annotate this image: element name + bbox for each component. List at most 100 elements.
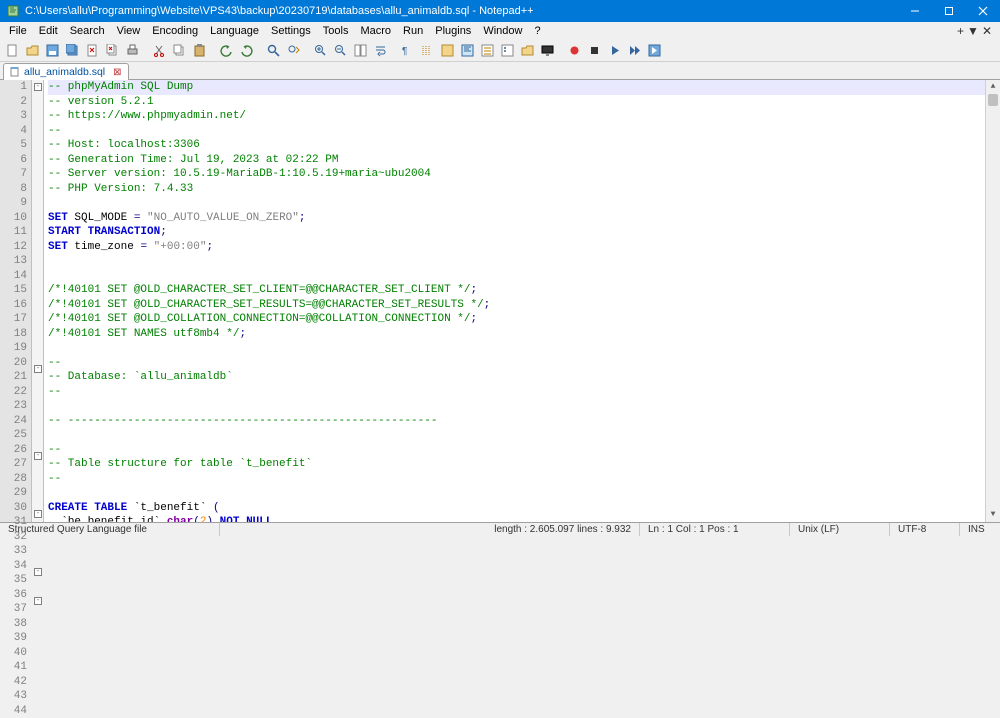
- tab-active[interactable]: allu_animaldb.sql ⊠: [3, 63, 129, 80]
- play-icon[interactable]: [606, 42, 623, 59]
- code-line[interactable]: --: [48, 472, 985, 487]
- code-line[interactable]: [48, 486, 985, 501]
- code-line[interactable]: --: [48, 124, 985, 139]
- menu-language[interactable]: Language: [205, 24, 264, 38]
- fold-margin[interactable]: ------: [32, 80, 44, 522]
- code-line[interactable]: -- -------------------------------------…: [48, 414, 985, 429]
- new-file-icon[interactable]: [4, 42, 21, 59]
- copy-icon[interactable]: [171, 42, 188, 59]
- menu-plugins[interactable]: Plugins: [430, 24, 476, 38]
- code-line[interactable]: -- Server version: 10.5.19-MariaDB-1:10.…: [48, 167, 985, 182]
- code-line[interactable]: CREATE TABLE `t_benefit` (: [48, 501, 985, 516]
- code-line[interactable]: /*!40101 SET NAMES utf8mb4 */;: [48, 327, 985, 342]
- fold-marker[interactable]: -: [34, 365, 42, 373]
- menu-search[interactable]: Search: [65, 24, 110, 38]
- menu-macro[interactable]: Macro: [355, 24, 396, 38]
- doc-list-icon[interactable]: [479, 42, 496, 59]
- menu-settings[interactable]: Settings: [266, 24, 316, 38]
- code-line[interactable]: `be_benefit_id` char(2) NOT NULL,: [48, 515, 985, 522]
- record-icon[interactable]: [566, 42, 583, 59]
- toolbar-plus-icon[interactable]: +: [957, 24, 964, 38]
- play-multi-icon[interactable]: [626, 42, 643, 59]
- code-line[interactable]: -- Database: `allu_animaldb`: [48, 370, 985, 385]
- code-line[interactable]: -- version 5.2.1: [48, 95, 985, 110]
- menu-view[interactable]: View: [112, 24, 146, 38]
- doc-map-icon[interactable]: [459, 42, 476, 59]
- code-line[interactable]: [48, 254, 985, 269]
- maximize-button[interactable]: [932, 0, 966, 22]
- sync-scroll-icon[interactable]: [352, 42, 369, 59]
- tab-close-icon[interactable]: ⊠: [113, 67, 121, 78]
- wrap-icon[interactable]: [372, 42, 389, 59]
- code-line[interactable]: /*!40101 SET @OLD_CHARACTER_SET_RESULTS=…: [48, 298, 985, 313]
- find-icon[interactable]: [265, 42, 282, 59]
- monitor-icon[interactable]: [539, 42, 556, 59]
- close-all-icon[interactable]: [104, 42, 121, 59]
- fold-marker[interactable]: -: [34, 597, 42, 605]
- func-list-icon[interactable]: [499, 42, 516, 59]
- toolbar-down-icon[interactable]: ▼: [967, 24, 979, 38]
- menu-edit[interactable]: Edit: [34, 24, 63, 38]
- stop-icon[interactable]: [586, 42, 603, 59]
- code-line[interactable]: SET SQL_MODE = "NO_AUTO_VALUE_ON_ZERO";: [48, 211, 985, 226]
- zoom-out-icon[interactable]: [332, 42, 349, 59]
- code-line[interactable]: --: [48, 385, 985, 400]
- paste-icon[interactable]: [191, 42, 208, 59]
- folder-icon[interactable]: [519, 42, 536, 59]
- scroll-thumb[interactable]: [988, 94, 998, 106]
- fold-marker[interactable]: -: [34, 452, 42, 460]
- code-line[interactable]: -- Table structure for table `t_benefit`: [48, 457, 985, 472]
- vertical-scrollbar[interactable]: ▲ ▼: [985, 80, 1000, 522]
- code-line[interactable]: /*!40101 SET @OLD_COLLATION_CONNECTION=@…: [48, 312, 985, 327]
- code-line[interactable]: /*!40101 SET @OLD_CHARACTER_SET_CLIENT=@…: [48, 283, 985, 298]
- print-icon[interactable]: [124, 42, 141, 59]
- status-length: length : 2.605.097 lines : 9.932: [486, 523, 640, 536]
- lang-icon[interactable]: [439, 42, 456, 59]
- menu-window[interactable]: Window: [478, 24, 527, 38]
- toolbar-x-icon[interactable]: ✕: [982, 24, 992, 38]
- editor[interactable]: 1234567891011121314151617181920212223242…: [0, 80, 1000, 522]
- code-line[interactable]: [48, 196, 985, 211]
- code-line[interactable]: START TRANSACTION;: [48, 225, 985, 240]
- redo-icon[interactable]: [238, 42, 255, 59]
- code-line[interactable]: [48, 399, 985, 414]
- code-line[interactable]: --: [48, 443, 985, 458]
- save-icon[interactable]: [44, 42, 61, 59]
- menu-tools[interactable]: Tools: [318, 24, 354, 38]
- code-line[interactable]: --: [48, 356, 985, 371]
- fold-marker[interactable]: -: [34, 568, 42, 576]
- save-all-icon[interactable]: [64, 42, 81, 59]
- undo-icon[interactable]: [218, 42, 235, 59]
- code-line[interactable]: SET time_zone = "+00:00";: [48, 240, 985, 255]
- fold-marker[interactable]: -: [34, 83, 42, 91]
- save-macro-icon[interactable]: [646, 42, 663, 59]
- code-area[interactable]: -- phpMyAdmin SQL Dump-- version 5.2.1--…: [44, 80, 985, 522]
- code-line[interactable]: [48, 341, 985, 356]
- code-line[interactable]: -- phpMyAdmin SQL Dump: [48, 80, 985, 95]
- menu-help[interactable]: ?: [529, 24, 545, 38]
- open-file-icon[interactable]: [24, 42, 41, 59]
- code-line[interactable]: -- Host: localhost:3306: [48, 138, 985, 153]
- status-insert-mode[interactable]: INS: [960, 523, 1000, 536]
- replace-icon[interactable]: [285, 42, 302, 59]
- code-line[interactable]: [48, 269, 985, 284]
- code-line[interactable]: -- https://www.phpmyadmin.net/: [48, 109, 985, 124]
- code-line[interactable]: -- Generation Time: Jul 19, 2023 at 02:2…: [48, 153, 985, 168]
- show-chars-icon[interactable]: ¶: [399, 42, 416, 59]
- status-encoding[interactable]: UTF-8: [890, 523, 960, 536]
- close-file-icon[interactable]: [84, 42, 101, 59]
- code-line[interactable]: [48, 428, 985, 443]
- status-eol[interactable]: Unix (LF): [790, 523, 890, 536]
- code-line[interactable]: -- PHP Version: 7.4.33: [48, 182, 985, 197]
- indent-guide-icon[interactable]: [419, 42, 436, 59]
- scroll-down-icon[interactable]: ▼: [986, 508, 1000, 522]
- fold-marker[interactable]: -: [34, 510, 42, 518]
- cut-icon[interactable]: [151, 42, 168, 59]
- menu-file[interactable]: File: [4, 24, 32, 38]
- menu-run[interactable]: Run: [398, 24, 428, 38]
- minimize-button[interactable]: [898, 0, 932, 22]
- scroll-up-icon[interactable]: ▲: [986, 80, 1000, 94]
- menu-encoding[interactable]: Encoding: [147, 24, 203, 38]
- close-button[interactable]: [966, 0, 1000, 22]
- zoom-in-icon[interactable]: [312, 42, 329, 59]
